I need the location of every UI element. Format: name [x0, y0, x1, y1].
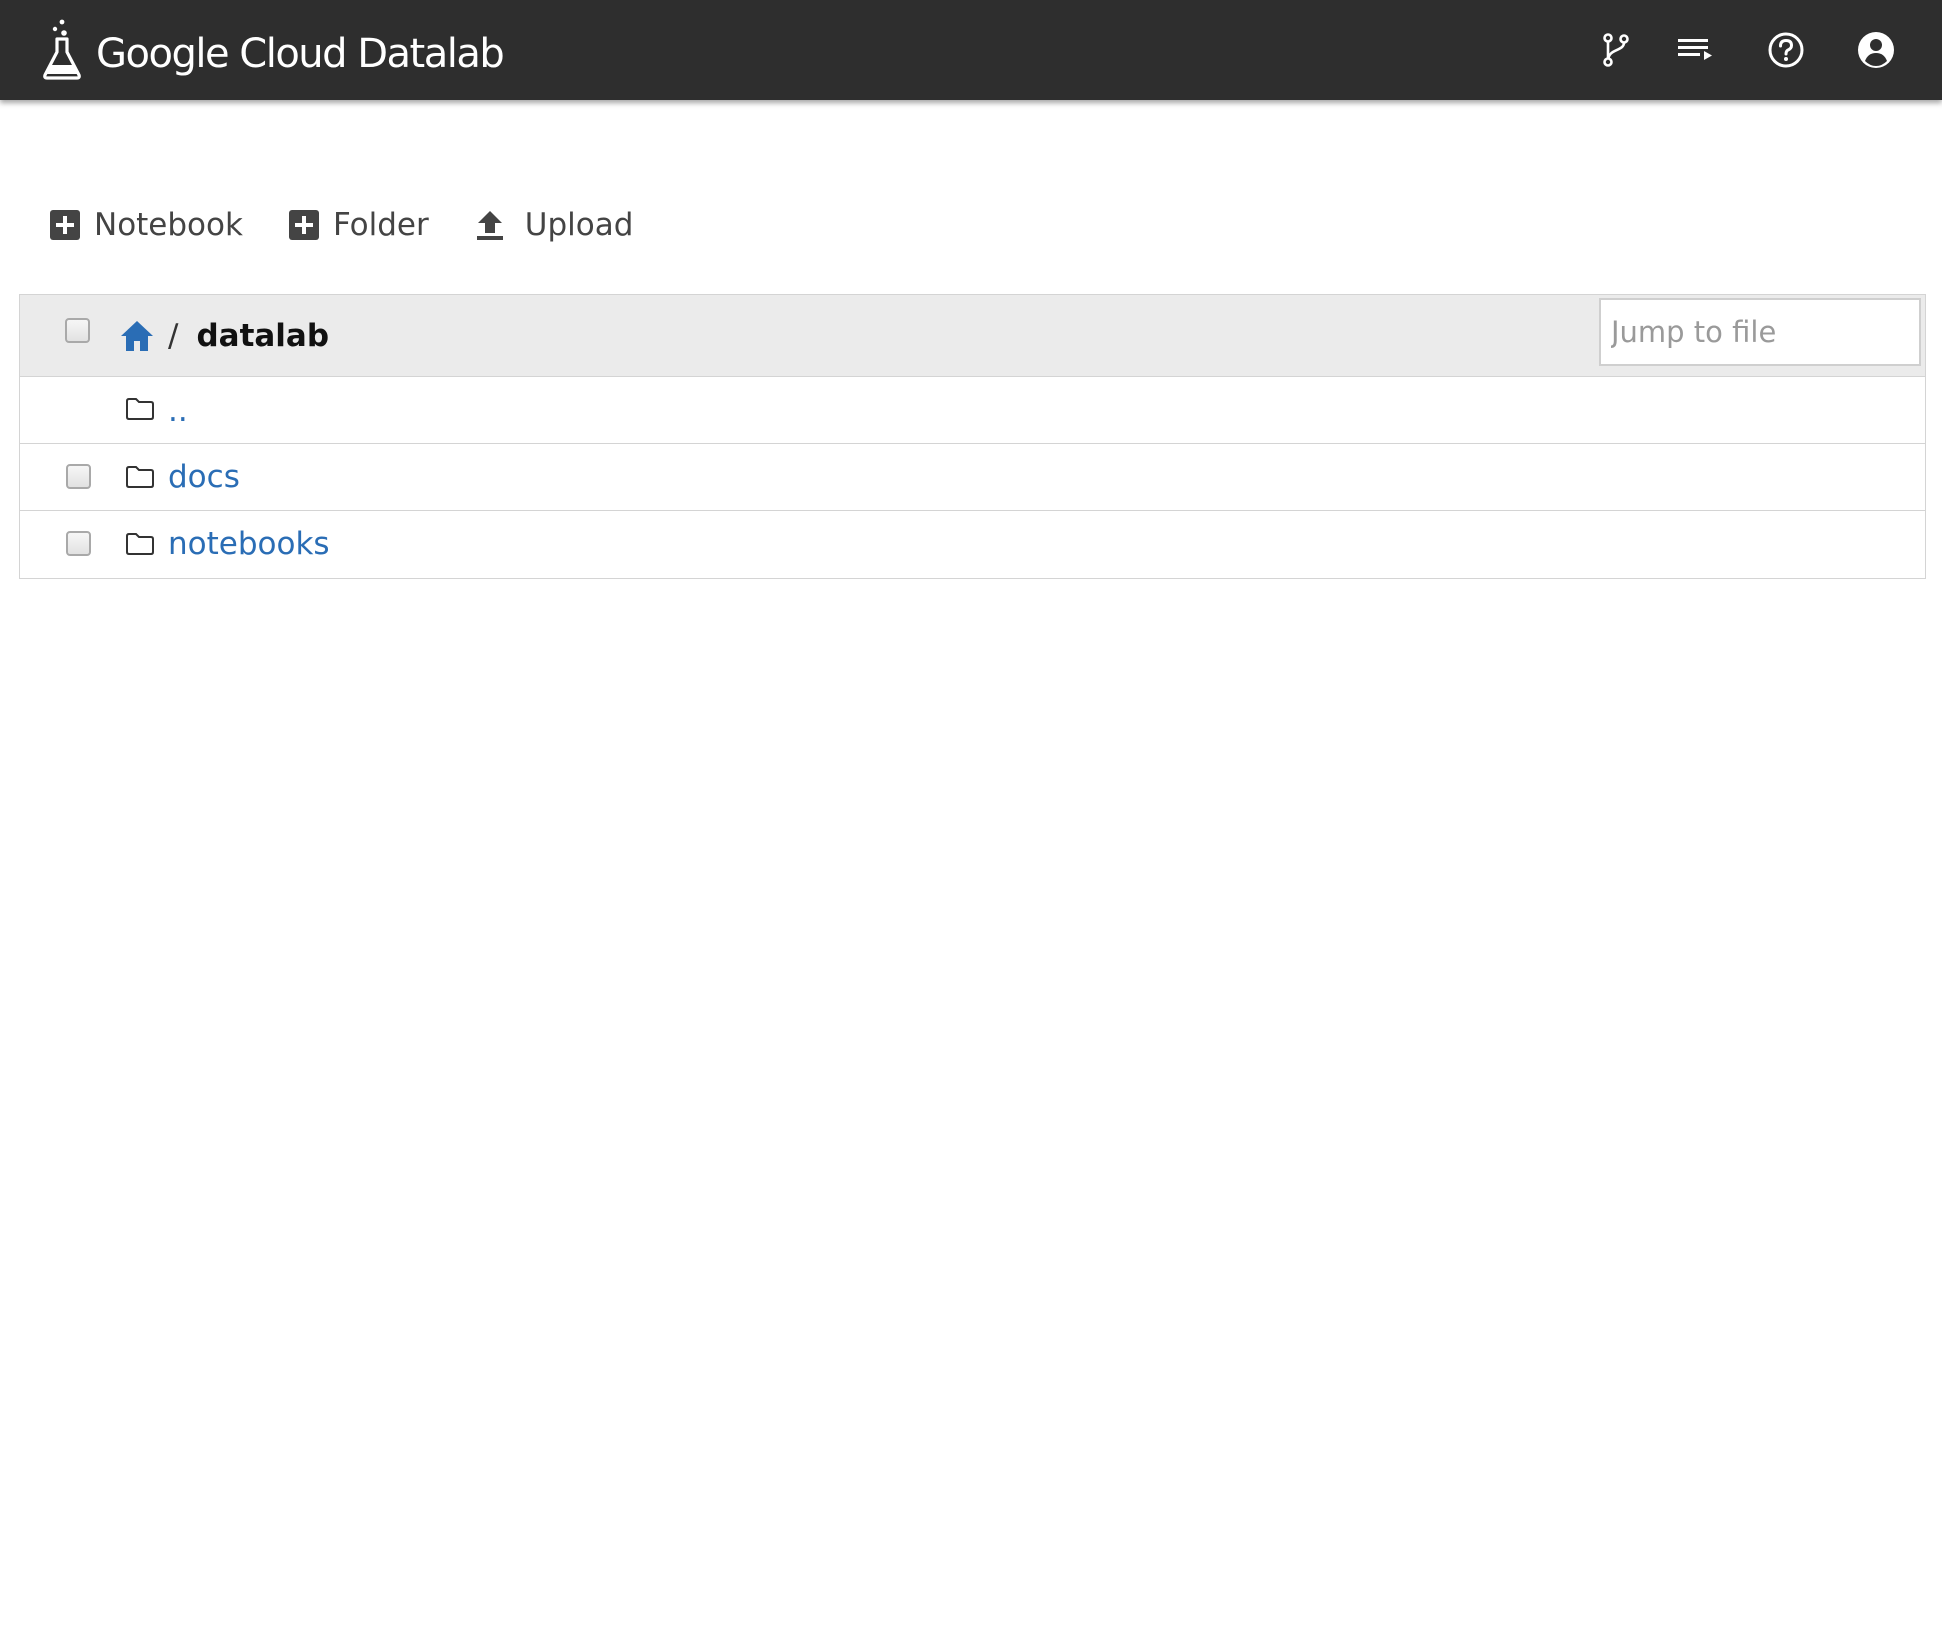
folder-icon [126, 533, 154, 555]
parent-folder-link[interactable]: .. [168, 393, 188, 429]
select-all-checkbox[interactable] [65, 318, 90, 343]
file-toolbar: Notebook Folder Upload [50, 200, 679, 250]
folder-icon [126, 398, 154, 420]
plus-box-icon [50, 210, 80, 240]
add-notebook-label: Notebook [94, 207, 243, 243]
account-button[interactable] [1852, 26, 1900, 74]
add-notebook-button[interactable]: Notebook [50, 207, 243, 243]
row-checkbox[interactable] [66, 464, 91, 489]
list-item: notebooks [20, 511, 1925, 578]
top-icon-group [1522, 0, 1942, 100]
ungit-button[interactable] [1592, 26, 1640, 74]
folder-icon [126, 466, 154, 488]
breadcrumb: / datalab [120, 313, 329, 359]
running-sessions-button[interactable] [1672, 26, 1720, 74]
upload-label: Upload [524, 207, 634, 243]
list-item: docs [20, 444, 1925, 511]
jump-to-file-input[interactable] [1599, 298, 1921, 366]
folder-link-notebooks[interactable]: notebooks [168, 526, 330, 562]
add-folder-label: Folder [332, 207, 429, 243]
upload-icon [476, 211, 503, 240]
help-button[interactable] [1762, 26, 1810, 74]
brand-logo[interactable]: Google Cloud Datalab [42, 12, 505, 88]
row-checkbox[interactable] [66, 531, 91, 556]
plus-box-icon [288, 210, 319, 240]
list-item: .. [20, 377, 1925, 444]
file-list: / datalab .. docs notebooks [19, 294, 1926, 579]
flask-icon [43, 19, 81, 80]
add-folder-button[interactable]: Folder [288, 207, 429, 243]
breadcrumb-current: datalab [196, 318, 330, 354]
running-sessions-icon [1678, 39, 1712, 60]
app-title: Google Cloud Datalab [96, 31, 505, 77]
home-icon[interactable] [120, 320, 154, 352]
help-icon [1768, 32, 1804, 68]
breadcrumb-separator: / [168, 318, 179, 354]
ungit-icon [1603, 33, 1629, 67]
top-app-bar: Google Cloud Datalab [0, 0, 1942, 100]
account-icon [1858, 32, 1894, 68]
upload-button[interactable]: Upload [475, 207, 634, 243]
file-list-header: / datalab [20, 295, 1925, 377]
folder-link-docs[interactable]: docs [168, 459, 240, 495]
